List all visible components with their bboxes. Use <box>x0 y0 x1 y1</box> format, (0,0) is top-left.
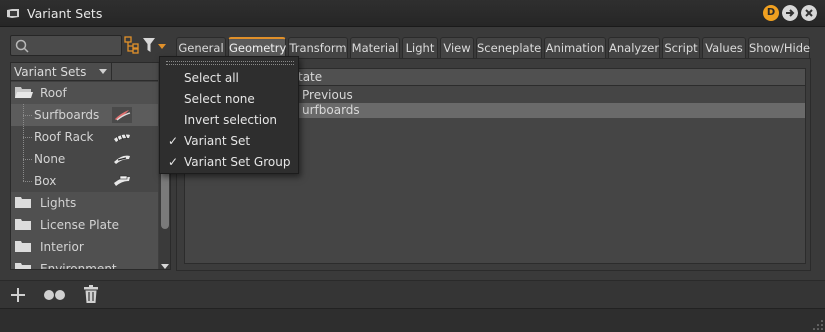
checkmark-icon: ✓ <box>168 155 179 169</box>
tree-connector <box>23 181 32 182</box>
none-thumbnail <box>114 155 130 164</box>
roof-rack-thumbnail <box>114 133 130 142</box>
tab-values[interactable]: Values <box>702 37 746 58</box>
tree-item-label: Lights <box>40 196 77 210</box>
checkmark-icon: ✓ <box>168 134 179 148</box>
search-input[interactable] <box>10 35 122 56</box>
tree-item-environment[interactable]: Environment <box>11 258 158 270</box>
tree-item-label: Interior <box>40 240 84 254</box>
tree-item-roof[interactable]: Roof <box>11 82 158 104</box>
menu-item-select-all[interactable]: Select all <box>160 68 298 89</box>
tab-geometry[interactable]: Geometry <box>228 37 286 58</box>
tree-header-label: Variant Sets <box>14 65 87 79</box>
tree-item-label: License Plate <box>40 218 120 232</box>
menu-item-label: Variant Set Group <box>184 155 291 169</box>
scroll-down-icon[interactable] <box>161 264 169 269</box>
surfboards-thumbnail <box>112 107 132 123</box>
tab-analyzer[interactable]: Analyzer <box>608 37 660 58</box>
state-row-label: Previous <box>302 88 353 102</box>
filter-icon <box>143 38 166 52</box>
menu-item-invert-selection[interactable]: Invert selection <box>160 110 298 131</box>
menu-item-label: Select none <box>184 92 255 106</box>
tree-item-label: None <box>34 152 66 166</box>
tree-item-label: Roof <box>40 86 67 100</box>
box-thumbnail <box>114 175 130 186</box>
tree-connector-line <box>23 104 24 181</box>
resize-grip-icon[interactable] <box>813 320 823 330</box>
tab-light[interactable]: Light <box>402 37 438 58</box>
tree-item-label: Roof Rack <box>34 130 94 144</box>
menu-item-select-none[interactable]: Select none <box>160 89 298 110</box>
arrow-right-icon[interactable] <box>782 5 798 21</box>
tree-item-interior[interactable]: Interior <box>11 236 158 258</box>
tab-show-hide[interactable]: Show/Hide <box>748 37 810 58</box>
bottom-toolbar <box>0 280 825 308</box>
tree-view-icon[interactable] <box>124 36 140 54</box>
state-row-label: urfboards <box>302 103 360 117</box>
menu-item-variant-set[interactable]: ✓ Variant Set <box>160 131 298 152</box>
folder-icon <box>15 263 31 269</box>
tree-column-header[interactable]: Variant Sets <box>11 63 158 81</box>
tab-general[interactable]: General <box>176 37 226 58</box>
badge-d-button[interactable]: D <box>763 5 779 21</box>
tab-transform[interactable]: Transform <box>288 37 348 58</box>
group-icon[interactable] <box>43 289 67 301</box>
chevron-down-icon[interactable] <box>99 69 107 74</box>
folder-icon <box>15 197 31 208</box>
tab-material[interactable]: Material <box>350 37 400 58</box>
filter-menu: Select all Select none Invert selection … <box>159 56 299 174</box>
folder-icon <box>15 241 31 252</box>
state-column-label: tate <box>298 70 323 84</box>
menu-tearoff-grip[interactable] <box>166 61 294 65</box>
tree-item-label: Environment <box>40 262 117 270</box>
tree-item-label: Surfboards <box>34 108 100 122</box>
tab-view[interactable]: View <box>440 37 474 58</box>
tree-connector <box>23 115 32 116</box>
menu-item-variant-set-group[interactable]: ✓ Variant Set Group <box>160 152 298 173</box>
tree-item-surfboards[interactable]: Surfboards <box>11 104 158 126</box>
tab-script[interactable]: Script <box>662 37 700 58</box>
tree-item-lights[interactable]: Lights <box>11 192 158 214</box>
tree-item-none[interactable]: None <box>11 148 158 170</box>
window-icon <box>7 9 19 18</box>
tree-item-label: Box <box>34 174 57 188</box>
filter-button[interactable] <box>141 35 171 56</box>
tab-animation[interactable]: Animation <box>544 37 606 58</box>
tree-item-roof-rack[interactable]: Roof Rack <box>11 126 158 148</box>
tree-item-box[interactable]: Box <box>11 170 158 192</box>
folder-open-icon <box>15 87 33 98</box>
plus-icon[interactable] <box>10 287 26 303</box>
menu-item-label: Variant Set <box>184 134 251 148</box>
variant-sets-tree[interactable]: Variant Sets Roof Surfboards Roof Rack N… <box>10 62 171 270</box>
trash-icon[interactable] <box>83 285 99 304</box>
tab-sceneplate[interactable]: Sceneplate <box>476 37 542 58</box>
search-icon <box>15 39 29 53</box>
window-title: Variant Sets <box>27 6 103 21</box>
tree-connector <box>23 159 32 160</box>
close-icon[interactable] <box>801 5 817 21</box>
folder-icon <box>15 219 31 230</box>
menu-item-label: Invert selection <box>184 113 278 127</box>
menu-item-label: Select all <box>184 71 239 85</box>
tree-item-license-plate[interactable]: License Plate <box>11 214 158 236</box>
column-divider <box>111 63 112 81</box>
status-bar <box>0 308 825 332</box>
title-bar: Variant Sets D <box>0 0 825 27</box>
tree-connector <box>23 137 32 138</box>
